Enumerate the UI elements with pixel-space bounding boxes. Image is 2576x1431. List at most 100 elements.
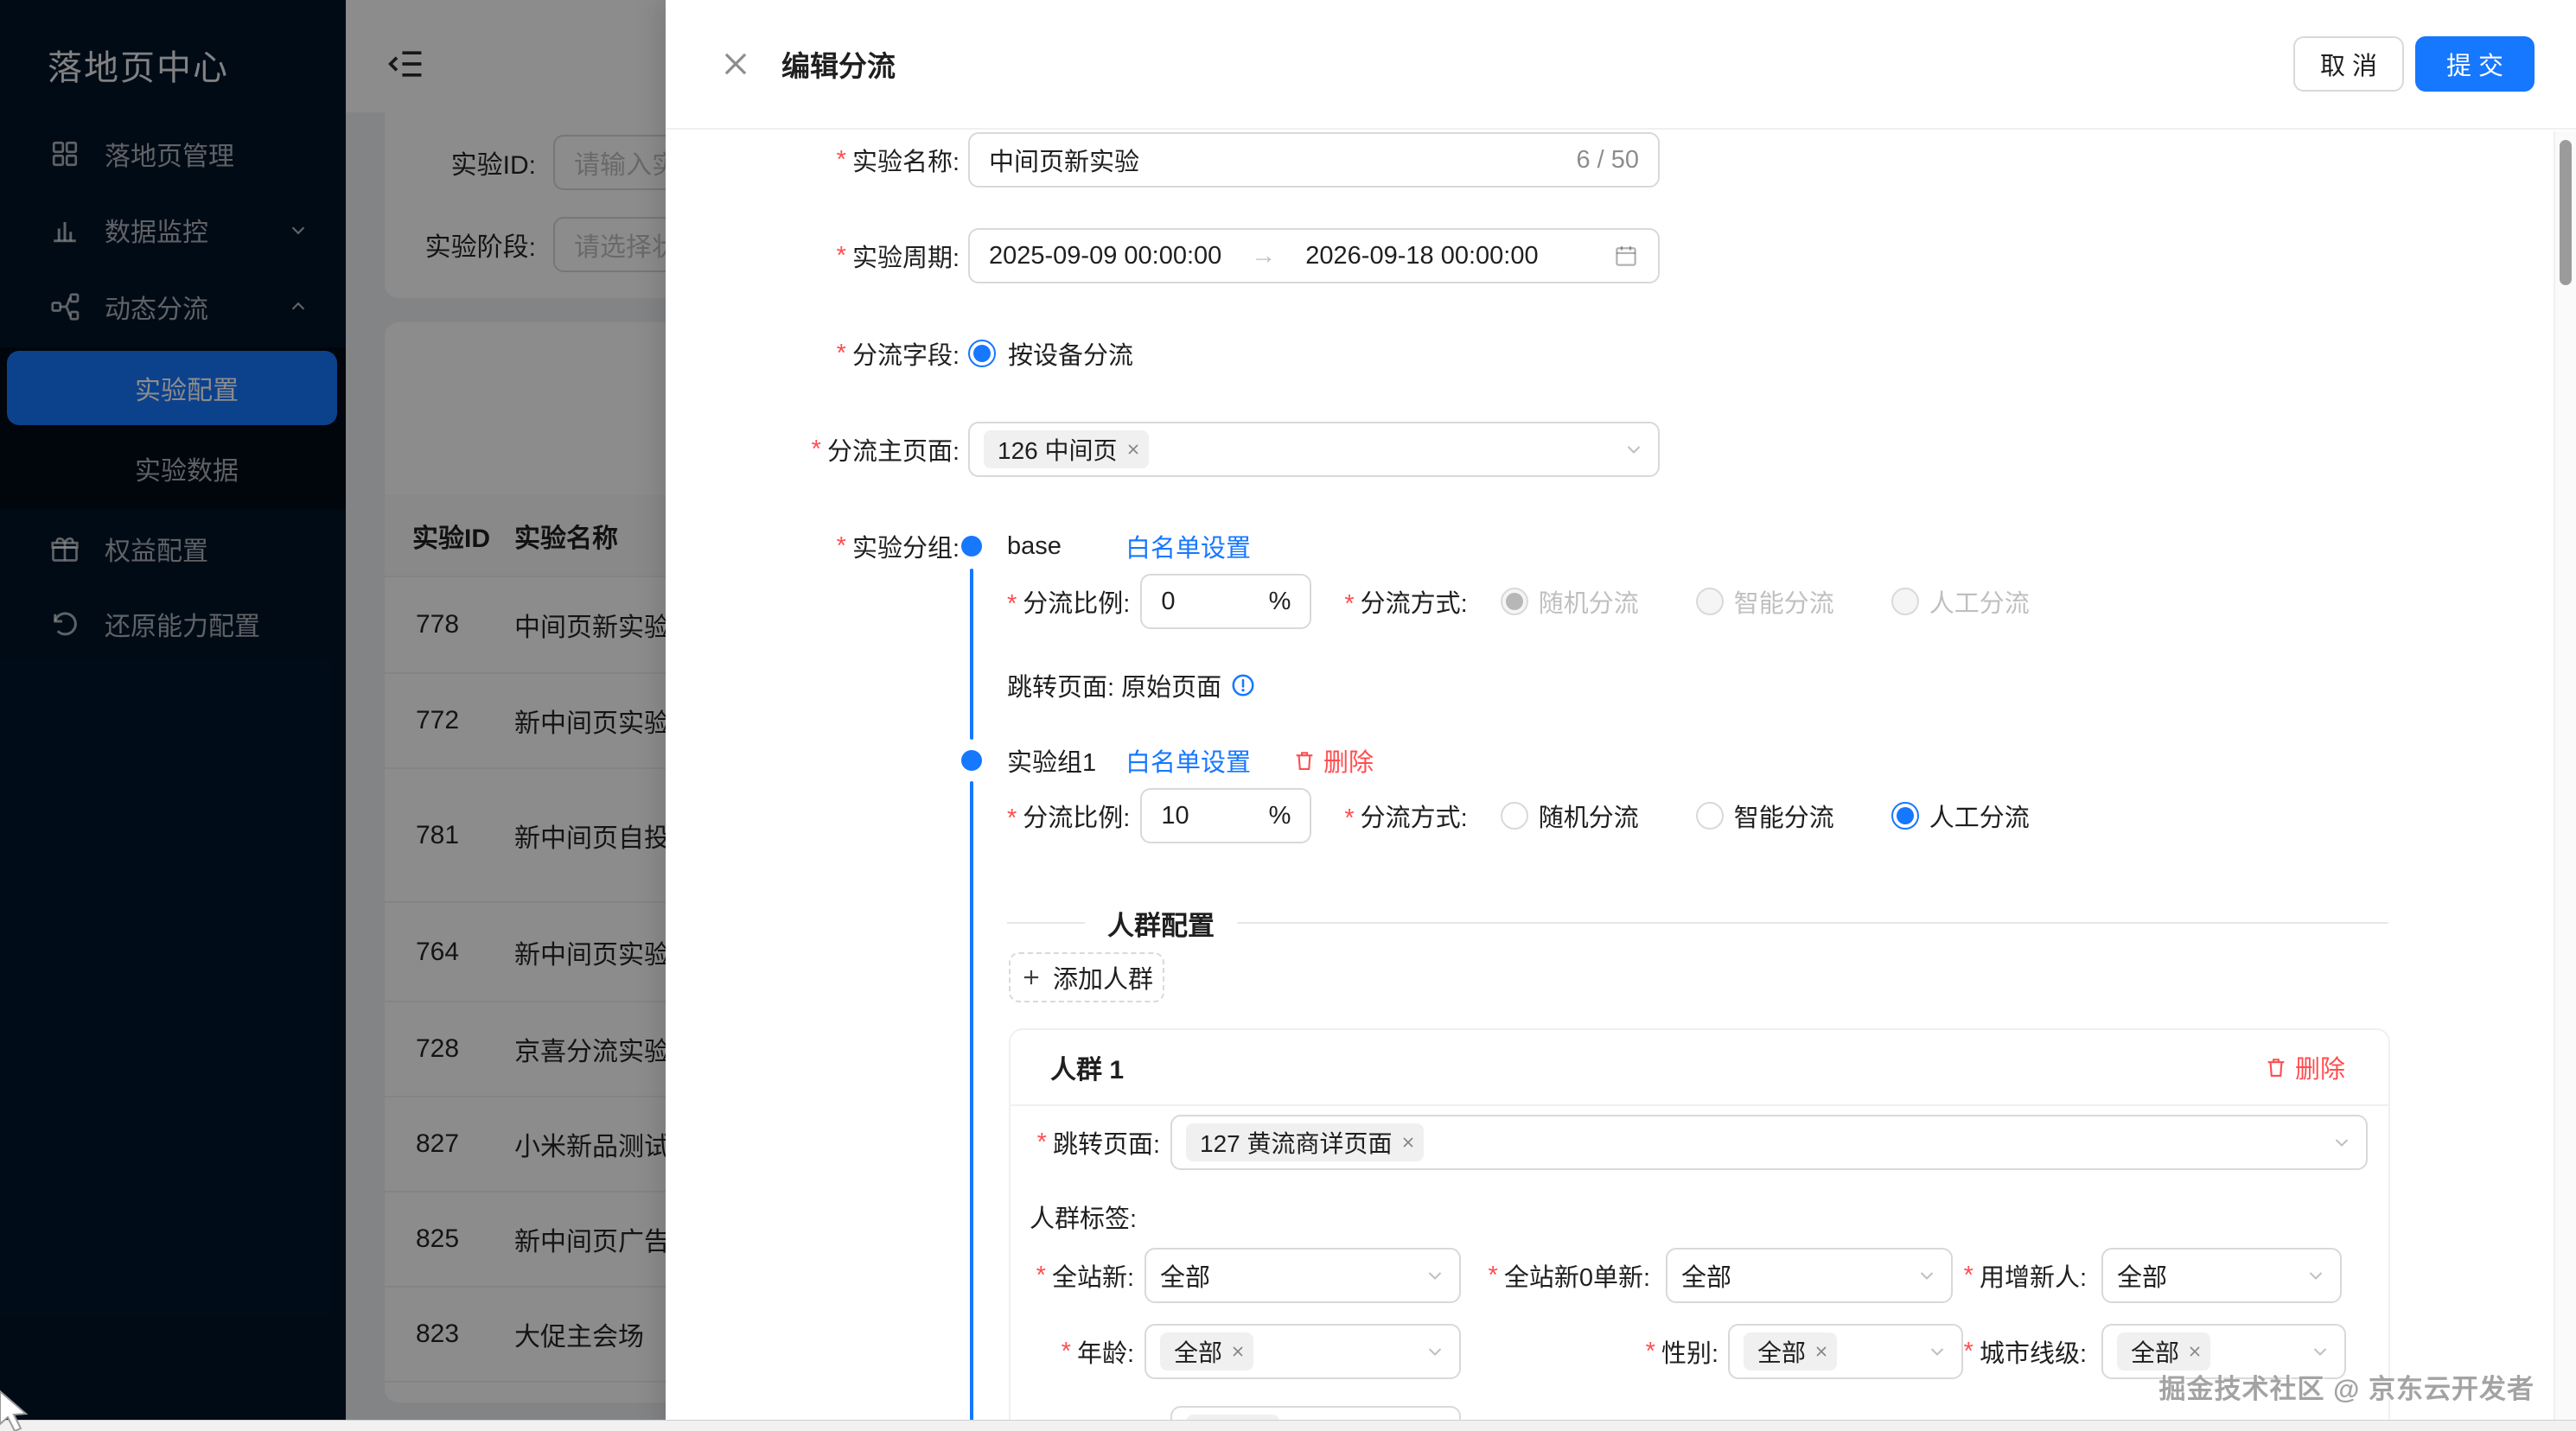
submit-button[interactable]: 提 交 — [2415, 36, 2535, 92]
chevron-down-icon — [1623, 439, 1644, 460]
base-ratio-input[interactable]: 0 % — [1140, 574, 1311, 629]
tag-close-icon[interactable] — [2186, 1343, 2203, 1360]
base-ratio-row: 分流比例: 0 % 分流方式: 随机分流 智能分流 人工分流 — [1007, 574, 2524, 629]
name-label: 实验名称: — [666, 132, 960, 188]
manual-split-radio[interactable] — [1891, 802, 1919, 830]
period-start: 2025-09-09 00:00:00 — [989, 242, 1221, 270]
drawer-title: 编辑分流 — [781, 43, 896, 85]
timeline-line — [970, 569, 973, 740]
tag-label: 127 黄流商详页面 — [1200, 1125, 1393, 1160]
growth-user-select[interactable]: 全部 — [2101, 1248, 2342, 1303]
random-split-radio[interactable] — [1501, 802, 1528, 830]
name-input[interactable]: 中间页新实验 6 / 50 — [968, 132, 1660, 188]
zero-order-select[interactable]: 全部 — [1666, 1248, 1953, 1303]
ratio-label: 分流比例: — [1007, 798, 1130, 834]
selected-tag: 全部 — [2117, 1332, 2210, 1371]
period-label: 实验周期: — [666, 228, 960, 283]
crowd-section-divider: 人群配置 — [1007, 895, 2388, 951]
whitelist-link[interactable]: 白名单设置 — [1125, 742, 1251, 779]
crowd-card-header: 人群 1 删除 — [1011, 1030, 2388, 1106]
main-page-select[interactable]: 126 中间页 — [968, 422, 1660, 477]
manual-split-radio[interactable] — [1891, 588, 1919, 615]
watermark: 掘金技术社区 @ 京东云开发者 — [2159, 1367, 2535, 1406]
drawer-scrollbar-track[interactable] — [2554, 131, 2576, 1431]
device-split-radio[interactable] — [968, 340, 996, 367]
chevron-down-icon — [2310, 1341, 2331, 1362]
select-value: 全部 — [1681, 1257, 1731, 1294]
name-value: 中间页新实验 — [989, 142, 1139, 178]
tag-close-icon[interactable] — [1229, 1343, 1247, 1360]
filter-label-zero-order: 全站新0单新: — [1443, 1248, 1650, 1303]
selected-tag: 全部 — [1160, 1332, 1253, 1371]
calendar-icon — [1613, 243, 1639, 269]
smart-split-radio[interactable] — [1696, 588, 1724, 615]
timeline-line — [970, 781, 973, 1431]
percent-suffix: % — [1269, 802, 1291, 830]
drawer-scrollbar-thumb[interactable] — [2560, 140, 2572, 285]
base-group-header: base 白名单设置 — [1007, 518, 2524, 574]
radio-label: 智能分流 — [1734, 798, 1834, 834]
crowd-redirect-label: 跳转页面: — [1011, 1115, 1160, 1170]
tag-label: 全部 — [1174, 1334, 1222, 1369]
groups-label: 实验分组: — [666, 518, 960, 574]
tag-label: 全部 — [2131, 1334, 2179, 1369]
timeline-dot — [961, 750, 982, 771]
crowd-section-title: 人群配置 — [1107, 904, 1215, 943]
horizontal-scrollbar[interactable] — [0, 1420, 2576, 1431]
delete-group-button[interactable]: 删除 — [1292, 742, 1374, 779]
chevron-down-icon — [1425, 1341, 1445, 1362]
form-row-period: 实验周期: 2025-09-09 00:00:00 → 2026-09-18 0… — [666, 228, 2524, 283]
plus-icon — [1020, 966, 1043, 989]
crowd-card-title: 人群 1 — [1050, 1048, 1124, 1086]
cancel-button[interactable]: 取 消 — [2293, 36, 2404, 92]
select-value: 全部 — [1160, 1257, 1210, 1294]
random-split-radio[interactable] — [1501, 588, 1528, 615]
form-row-name: 实验名称: 中间页新实验 6 / 50 — [666, 132, 2524, 188]
smart-split-radio[interactable] — [1696, 802, 1724, 830]
form-row-split-field: 分流字段: 按设备分流 — [666, 326, 2524, 381]
mouse-cursor — [0, 1390, 33, 1431]
tag-close-icon[interactable] — [1125, 441, 1142, 458]
main-page-label: 分流主页面: — [666, 422, 960, 477]
filter-label-age: 年龄: — [1011, 1324, 1134, 1379]
selected-tag: 126 中间页 — [984, 430, 1149, 468]
tag-close-icon[interactable] — [1400, 1134, 1417, 1151]
add-crowd-button[interactable]: 添加人群 — [1009, 952, 1164, 1002]
app-root: 落地页中心 落地页管理 数据监控 动态分流 — [0, 0, 2576, 1431]
percent-suffix: % — [1269, 588, 1291, 616]
split-field-label: 分流字段: — [666, 326, 960, 381]
whitelist-link[interactable]: 白名单设置 — [1125, 528, 1251, 564]
method-label: 分流方式: — [1344, 798, 1467, 834]
filter-label-growth-user: 用增新人: — [1927, 1248, 2087, 1303]
swap-right-icon: → — [1251, 242, 1276, 270]
redirect-value: 原始页面 — [1121, 667, 1221, 703]
group-name: base — [1007, 532, 1062, 561]
radio-label: 智能分流 — [1734, 583, 1834, 620]
form-row-main-page: 分流主页面: 126 中间页 — [666, 422, 2524, 477]
group-name: 实验组1 — [1007, 742, 1096, 779]
radio-label: 人工分流 — [1929, 583, 2030, 620]
base-redirect-row: 跳转页面: 原始页面 — [1007, 658, 2524, 713]
chevron-down-icon — [2305, 1265, 2326, 1286]
group1-ratio-input[interactable]: 10 % — [1140, 788, 1311, 843]
info-circle-icon[interactable] — [1230, 672, 1256, 698]
radio-label: 随机分流 — [1539, 798, 1639, 834]
add-crowd-label: 添加人群 — [1053, 959, 1153, 995]
ratio-label: 分流比例: — [1007, 583, 1130, 620]
age-select[interactable]: 全部 — [1145, 1324, 1461, 1379]
new-user-select[interactable]: 全部 — [1145, 1248, 1461, 1303]
delete-crowd-button[interactable]: 删除 — [2264, 1049, 2345, 1085]
tag-close-icon[interactable] — [1813, 1343, 1830, 1360]
close-icon[interactable] — [719, 48, 752, 80]
tag-label: 126 中间页 — [998, 432, 1118, 467]
tag-label: 全部 — [1757, 1334, 1806, 1369]
ratio-value: 0 — [1161, 588, 1175, 616]
selected-tag: 127 黄流商详页面 — [1186, 1123, 1424, 1161]
filter-label-gender: 性别: — [1581, 1324, 1718, 1379]
select-value: 全部 — [2117, 1257, 2167, 1294]
selected-tag: 全部 — [1744, 1332, 1837, 1371]
crowd-redirect-select[interactable]: 127 黄流商详页面 — [1170, 1115, 2368, 1170]
chevron-down-icon — [2331, 1132, 2352, 1153]
date-range-picker[interactable]: 2025-09-09 00:00:00 → 2026-09-18 00:00:0… — [968, 228, 1660, 283]
char-counter: 6 / 50 — [1576, 146, 1639, 175]
